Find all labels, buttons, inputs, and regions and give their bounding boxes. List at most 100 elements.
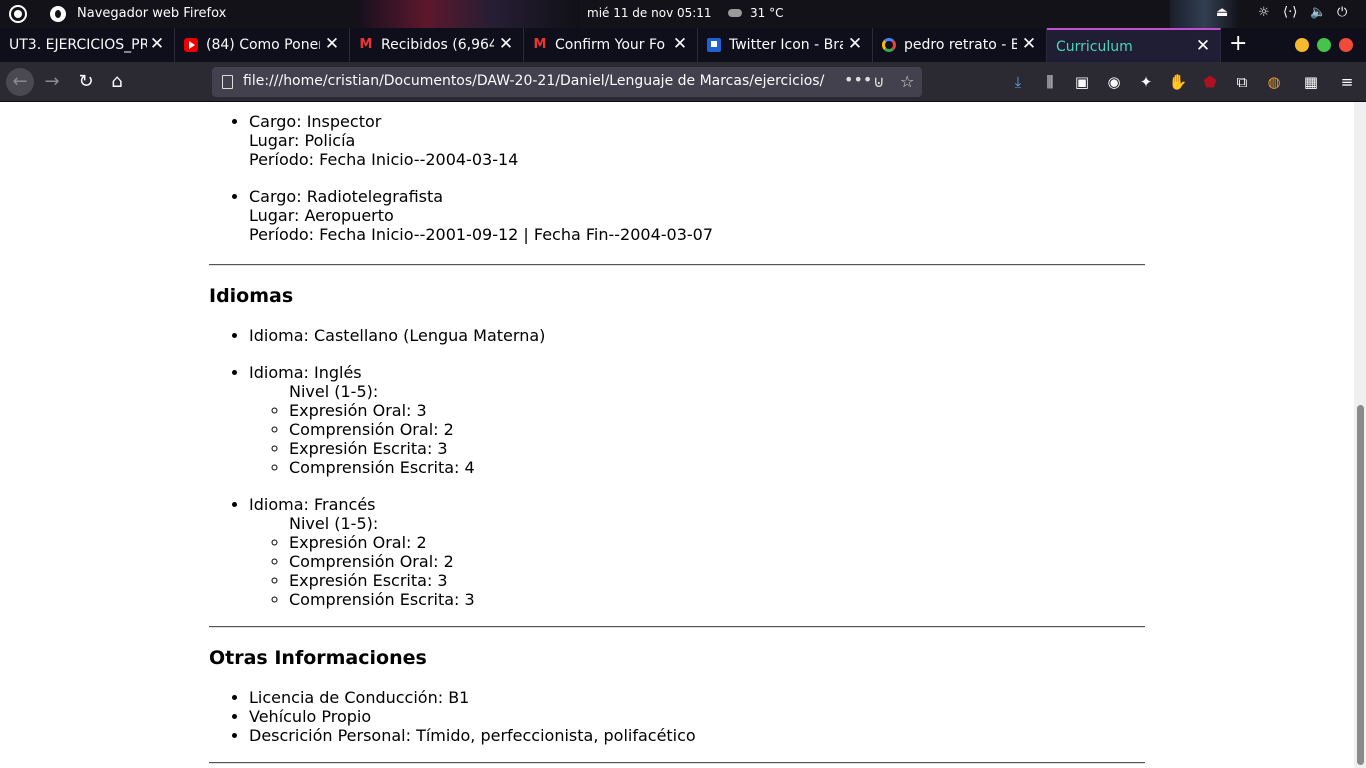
maximize-button[interactable] — [1317, 38, 1331, 52]
extension-icon[interactable]: ◍ — [1264, 72, 1284, 92]
skills-list: Expresión Oral: 2 Comprensión Oral: 2 Ex… — [249, 533, 1145, 609]
extensions-menu-icon[interactable]: ▦ — [1301, 72, 1321, 92]
experiencia-list: Cargo: Inspector Lugar: Policía Período:… — [209, 112, 1145, 262]
url-bar[interactable]: file:///home/cristian/Documentos/DAW-20-… — [212, 67, 922, 97]
skill-item: Expresión Escrita: 3 — [289, 439, 1145, 458]
lugar: Lugar: Aeropuerto — [249, 206, 394, 225]
account-icon[interactable]: ◉ — [1104, 72, 1124, 92]
google-icon — [882, 38, 896, 52]
url-text[interactable]: file:///home/cristian/Documentos/DAW-20-… — [243, 73, 833, 89]
close-icon[interactable]: ✕ — [148, 34, 166, 54]
tab-label: Confirm Your Fo — [555, 37, 666, 53]
notification-icon[interactable]: ⏏ — [1216, 5, 1228, 20]
close-window-button[interactable] — [1339, 38, 1353, 52]
page-actions-icon[interactable]: ••• — [844, 70, 872, 89]
tab-label: Twitter Icon - Bra — [729, 37, 843, 53]
close-icon[interactable]: ✕ — [497, 34, 515, 54]
tab-ejercicios[interactable]: UT3. EJERCICIOS_PR ✕ — [0, 28, 175, 62]
back-button[interactable]: ← — [6, 68, 34, 96]
gmail-icon: M — [533, 37, 547, 52]
sidebar-icon[interactable]: ▣ — [1072, 72, 1092, 92]
idiomas-list: Idioma: Castellano (Lengua Materna) Idio… — [209, 326, 1145, 627]
active-app-title[interactable]: Navegador web Firefox — [77, 6, 226, 21]
reload-button[interactable]: ↻ — [72, 68, 100, 96]
tab-label: Curriculum — [1056, 39, 1133, 55]
tab-youtube[interactable]: (84) Como Poner ✕ — [175, 28, 350, 62]
volume-icon[interactable]: 🔈 — [1310, 5, 1326, 20]
system-menu-icon[interactable] — [9, 5, 27, 23]
list-item: Descrición Personal: Tímido, perfeccioni… — [249, 726, 1145, 745]
tab-confirm[interactable]: M Confirm Your Fo ✕ — [524, 28, 698, 62]
list-item: Vehículo Propio — [249, 707, 1145, 726]
periodo: Período: Fecha Inicio--2001-09-12 | Fech… — [249, 225, 714, 244]
page-icon — [222, 75, 233, 89]
screenshot-icon[interactable]: ⧉ — [1232, 72, 1252, 92]
close-icon[interactable]: ✕ — [1020, 34, 1038, 54]
skill-item: Expresión Oral: 3 — [289, 401, 1145, 420]
menu-icon[interactable]: ≡ — [1337, 72, 1357, 92]
brightness-icon[interactable]: ☼ — [1258, 5, 1270, 20]
skills-list: Expresión Oral: 3 Comprensión Oral: 2 Ex… — [249, 401, 1145, 477]
tab-label: Recibidos (6,964) — [381, 37, 494, 53]
divider — [209, 762, 1145, 764]
cloud-icon — [728, 9, 742, 17]
flag-icon — [707, 38, 721, 52]
idioma: Idioma: Inglés — [249, 363, 362, 382]
divider — [209, 626, 1145, 628]
idioma: Idioma: Francés — [249, 495, 376, 514]
section-heading-otras: Otras Informaciones — [209, 647, 427, 669]
tab-curriculum[interactable]: Curriculum ✕ — [1047, 28, 1221, 62]
tab-label: UT3. EJERCICIOS_PR — [9, 37, 147, 53]
new-tab-button[interactable]: + — [1229, 31, 1247, 56]
list-item: Idioma: Inglés Nivel (1-5): Expresión Or… — [249, 363, 1145, 495]
tab-twitter-icon[interactable]: Twitter Icon - Bra ✕ — [698, 28, 873, 62]
wallpaper-strip — [1170, 0, 1240, 28]
divider — [209, 264, 1145, 266]
close-icon[interactable]: ✕ — [671, 34, 689, 54]
adblock-icon[interactable]: ✋ — [1168, 72, 1188, 92]
bookmark-star-icon[interactable]: ☆ — [900, 72, 914, 91]
list-item: Idioma: Francés Nivel (1-5): Expresión O… — [249, 495, 1145, 627]
list-item: Cargo: Radiotelegrafista Lugar: Aeropuer… — [249, 187, 1145, 262]
navigation-toolbar: ← → ↻ ⌂ file:///home/cristian/Documentos… — [0, 62, 1366, 102]
system-top-bar: Navegador web Firefox mié 11 de nov 05:1… — [0, 0, 1366, 28]
skill-item: Comprensión Oral: 2 — [289, 552, 1145, 571]
power-icon[interactable]: ⏻ — [1337, 5, 1347, 20]
periodo: Período: Fecha Inicio--2004-03-14 — [249, 150, 519, 169]
page-content: Cargo: Inspector Lugar: Policía Período:… — [0, 102, 1354, 768]
extension-icon[interactable]: ✦ — [1136, 72, 1156, 92]
ublock-icon[interactable]: ⬟ — [1200, 72, 1220, 92]
otras-list: Licencia de Conducción: B1 Vehículo Prop… — [209, 688, 1145, 745]
idioma: Idioma: Castellano (Lengua Materna) — [249, 326, 546, 345]
firefox-icon — [50, 6, 66, 22]
skill-item: Comprensión Escrita: 3 — [289, 590, 1145, 609]
scrollbar-thumb[interactable] — [1357, 405, 1364, 765]
temperature[interactable]: 31 °C — [750, 6, 783, 20]
library-icon[interactable]: ⫼ — [1040, 72, 1060, 92]
youtube-icon — [184, 38, 198, 52]
close-icon[interactable]: ✕ — [323, 34, 341, 54]
pocket-icon[interactable]: ⊍ — [873, 72, 885, 91]
list-item: Cargo: Inspector Lugar: Policía Período:… — [249, 112, 1145, 187]
forward-button[interactable]: → — [38, 68, 66, 96]
skill-item: Expresión Oral: 2 — [289, 533, 1145, 552]
home-button[interactable]: ⌂ — [103, 68, 131, 96]
section-heading-idiomas: Idiomas — [209, 285, 294, 307]
list-item: Idioma: Castellano (Lengua Materna) — [249, 326, 1145, 363]
network-icon[interactable]: ⟨·⟩ — [1283, 5, 1297, 20]
curriculum-document: Cargo: Inspector Lugar: Policía Período:… — [209, 112, 1145, 764]
skill-item: Comprensión Oral: 2 — [289, 420, 1145, 439]
tab-label: pedro retrato - B — [904, 37, 1017, 53]
minimize-button[interactable] — [1295, 38, 1309, 52]
downloads-icon[interactable]: ⤓ — [1008, 72, 1028, 92]
close-icon[interactable]: ✕ — [846, 34, 864, 54]
close-icon[interactable]: ✕ — [1194, 36, 1212, 56]
nivel-label: Nivel (1-5): — [289, 514, 379, 533]
tab-strip: UT3. EJERCICIOS_PR ✕ (84) Como Poner ✕ M… — [0, 28, 1366, 62]
list-item: Licencia de Conducción: B1 — [249, 688, 1145, 707]
tab-pedro-retrato[interactable]: pedro retrato - B ✕ — [873, 28, 1047, 62]
vertical-scrollbar[interactable] — [1354, 102, 1366, 768]
clock[interactable]: mié 11 de nov 05:11 — [587, 6, 712, 20]
tab-gmail-inbox[interactable]: M Recibidos (6,964) ✕ — [350, 28, 524, 62]
gmail-icon: M — [359, 37, 373, 52]
